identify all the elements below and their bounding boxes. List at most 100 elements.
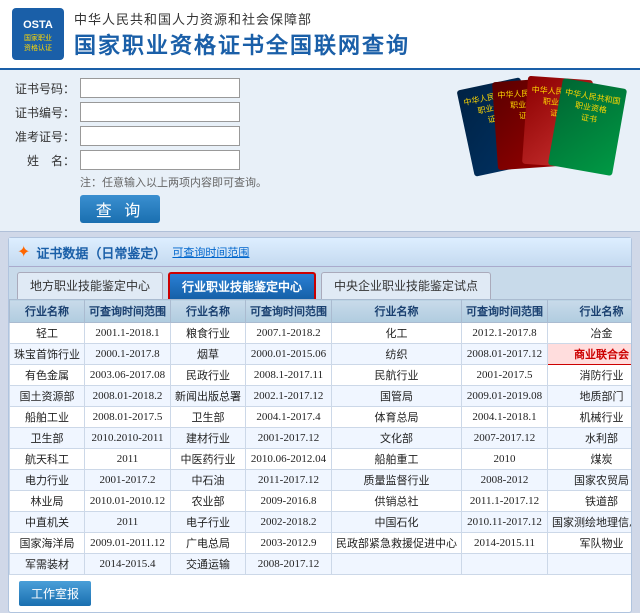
cert-number-label: 证书号码： — [15, 80, 75, 97]
name-input[interactable] — [80, 150, 240, 170]
table-cell: 2003-2012.9 — [246, 533, 332, 554]
table-cell: 烟草 — [171, 344, 246, 365]
tab-industry[interactable]: 行业职业技能鉴定中心 — [168, 272, 316, 299]
table-cell: 农业部 — [171, 491, 246, 512]
th-time1: 可查询时间范围 — [85, 300, 171, 323]
table-cell: 有色金属 — [10, 365, 85, 386]
form-row-cert-number: 证书号码： — [15, 78, 445, 98]
table-row: 珠宝首饰行业2000.1-2017.8烟草2000.01-2015.06纺织20… — [10, 344, 632, 365]
section-header: ✦ 证书数据（日常鉴定） 可查询时间范围 — [9, 238, 631, 267]
table-cell: 船舶工业 — [10, 407, 85, 428]
table-cell: 2001-2017.2 — [85, 470, 171, 491]
name-label: 姓 名： — [15, 152, 75, 169]
form-note: 注：任意输入以上两项内容即可查询。 — [80, 174, 445, 190]
table-cell — [548, 554, 632, 575]
table-cell: 供销总社 — [332, 491, 462, 512]
table-cell: 2012.1-2017.8 — [462, 323, 548, 344]
table-cell: 2011 — [85, 449, 171, 470]
table-cell: 2002.1-2017.12 — [246, 386, 332, 407]
table-cell: 2010 — [462, 449, 548, 470]
th-industry1: 行业名称 — [10, 300, 85, 323]
table-cell: 电力行业 — [10, 470, 85, 491]
table-cell: 2009.01-2019.08 — [462, 386, 548, 407]
table-cell: 国家海洋局 — [10, 533, 85, 554]
table-row: 电力行业2001-2017.2中石油2011-2017.12质量监督行业2008… — [10, 470, 632, 491]
table-cell: 水利部 — [548, 428, 632, 449]
th-industry2: 行业名称 — [171, 300, 246, 323]
table-cell: 珠宝首饰行业 — [10, 344, 85, 365]
table-cell: 国土资源部 — [10, 386, 85, 407]
table-row: 轻工2001.1-2018.1粮食行业2007.1-2018.2化工2012.1… — [10, 323, 632, 344]
svg-text:国家职业: 国家职业 — [24, 33, 52, 42]
table-cell: 国家测绘地理信息局 — [548, 512, 632, 533]
section-icon: ✦ — [17, 242, 30, 262]
table-cell: 2014-2015.4 — [85, 554, 171, 575]
exam-number-input[interactable] — [80, 126, 240, 146]
query-button[interactable]: 查 询 — [80, 195, 160, 223]
query-section: 证书号码： 证书编号： 准考证号： 姓 名： 注：任意输入以上两项内容即可查询。… — [0, 70, 640, 232]
cert-code-input[interactable] — [80, 102, 240, 122]
table-cell: 2001.1-2018.1 — [85, 323, 171, 344]
table-cell — [332, 554, 462, 575]
table-cell: 林业局 — [10, 491, 85, 512]
table-cell: 民政行业 — [171, 365, 246, 386]
table-cell: 船舶重工 — [332, 449, 462, 470]
table-cell: 交通运输 — [171, 554, 246, 575]
table-cell: 化工 — [332, 323, 462, 344]
table-cell: 2007-2017.12 — [462, 428, 548, 449]
table-cell: 2011 — [85, 512, 171, 533]
header-text: 中华人民共和国人力资源和社会保障部 国家职业资格证书全国联网查询 — [74, 9, 410, 60]
table-row: 军需装材2014-2015.4交通运输2008-2017.12 — [10, 554, 632, 575]
th-industry4: 行业名称 — [548, 300, 632, 323]
table-cell: 2011.1-2017.12 — [462, 491, 548, 512]
table-cell: 中石油 — [171, 470, 246, 491]
table-cell: 煤炭 — [548, 449, 632, 470]
table-row: 国家海洋局2009.01-2011.12广电总局2003-2012.9民政部紧急… — [10, 533, 632, 554]
table-cell: 2014-2015.11 — [462, 533, 548, 554]
table-cell: 2001-2017.5 — [462, 365, 548, 386]
table-row: 航天科工2011中医药行业2010.06-2012.04船舶重工2010煤炭20… — [10, 449, 632, 470]
table-cell: 2008.01-2017.5 — [85, 407, 171, 428]
form-row-cert-code: 证书编号： — [15, 102, 445, 122]
table-cell: 中医药行业 — [171, 449, 246, 470]
table-cell: 航天科工 — [10, 449, 85, 470]
table-cell: 2010.06-2012.04 — [246, 449, 332, 470]
form-row-name: 姓 名： — [15, 150, 445, 170]
table-container: 行业名称 可查询时间范围 行业名称 可查询时间范围 行业名称 可查询时间范围 行… — [9, 299, 631, 575]
table-cell: 国管局 — [332, 386, 462, 407]
form-fields: 证书号码： 证书编号： 准考证号： 姓 名： 注：任意输入以上两项内容即可查询。… — [15, 78, 445, 223]
cert-images: 中华人民共和国职业资格证书 中华人民共和国职业资格证书 中华人民共和国职业资格证… — [465, 78, 625, 173]
table-cell: 2008-2012 — [462, 470, 548, 491]
table-cell: 民航行业 — [332, 365, 462, 386]
cert-number-input[interactable] — [80, 78, 240, 98]
table-cell: 2008.01-2018.2 — [85, 386, 171, 407]
time-query-link[interactable]: 可查询时间范围 — [172, 244, 249, 260]
table-cell: 2004.1-2017.4 — [246, 407, 332, 428]
table-cell: 广电总局 — [171, 533, 246, 554]
header-subtitle: 中华人民共和国人力资源和社会保障部 — [74, 9, 410, 28]
table-cell: 文化部 — [332, 428, 462, 449]
table-cell: 卫生部 — [171, 407, 246, 428]
table-cell: 2010.01-2010.12 — [85, 491, 171, 512]
table-header-row: 行业名称 可查询时间范围 行业名称 可查询时间范围 行业名称 可查询时间范围 行… — [10, 300, 632, 323]
table-row: 船舶工业2008.01-2017.5卫生部2004.1-2017.4体育总局20… — [10, 407, 632, 428]
table-cell: 卫生部 — [10, 428, 85, 449]
table-cell: 2010.2010-2011 — [85, 428, 171, 449]
table-cell: 2008.1-2017.11 — [246, 365, 332, 386]
table-cell: 轻工 — [10, 323, 85, 344]
table-cell: 2008-2017.12 — [246, 554, 332, 575]
th-industry3: 行业名称 — [332, 300, 462, 323]
work-report-button[interactable]: 工作室报 — [19, 581, 91, 606]
table-cell: 2002-2018.2 — [246, 512, 332, 533]
table-cell: 中国石化 — [332, 512, 462, 533]
tab-local[interactable]: 地方职业技能鉴定中心 — [17, 272, 163, 299]
table-cell: 军需装材 — [10, 554, 85, 575]
main-content: ✦ 证书数据（日常鉴定） 可查询时间范围 地方职业技能鉴定中心 行业职业技能鉴定… — [8, 237, 632, 613]
table-cell: 粮食行业 — [171, 323, 246, 344]
tab-central[interactable]: 中央企业职业技能鉴定试点 — [321, 272, 491, 299]
table-cell: 2009.01-2011.12 — [85, 533, 171, 554]
table-cell: 机械行业 — [548, 407, 632, 428]
table-cell: 2011-2017.12 — [246, 470, 332, 491]
cert-code-label: 证书编号： — [15, 104, 75, 121]
table-row: 国土资源部2008.01-2018.2新闻出版总署2002.1-2017.12国… — [10, 386, 632, 407]
